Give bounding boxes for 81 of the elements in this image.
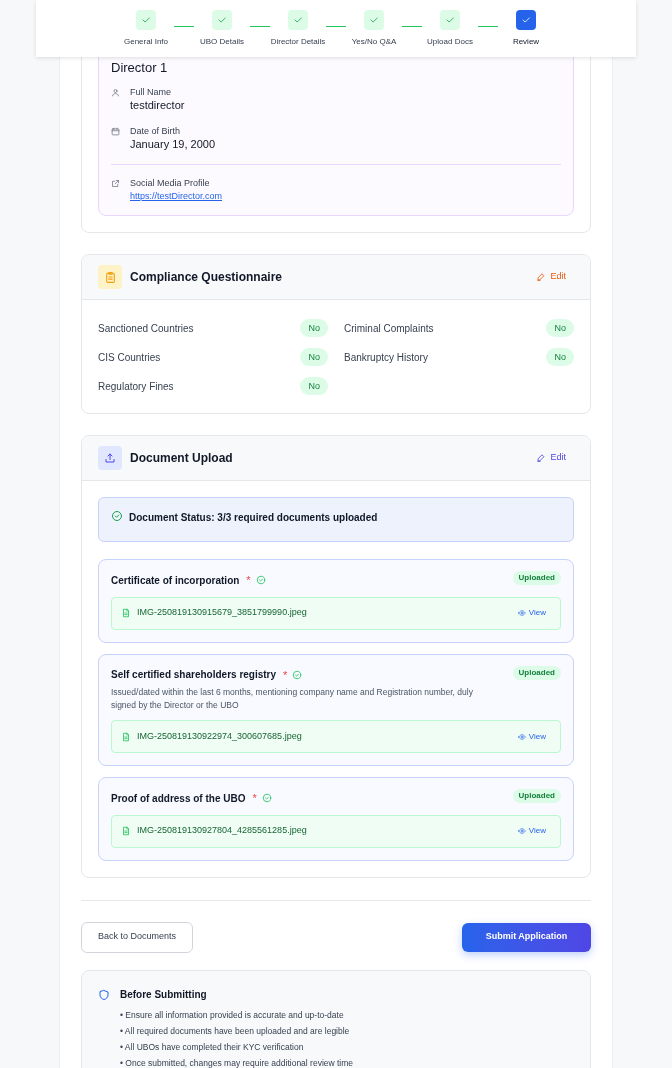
director-title: Director 1 — [111, 60, 169, 76]
field-label: Full Name — [130, 86, 172, 98]
step-check[interactable] — [288, 10, 308, 30]
answer-pill: No — [300, 319, 328, 337]
view-button[interactable]: View — [517, 825, 546, 837]
profile-link[interactable]: https://testDirector.com — [130, 189, 223, 203]
field-value: testdirector — [130, 98, 185, 113]
calendar-icon — [111, 127, 120, 136]
status-text: Document Status: 3/3 required documents uploaded — [129, 511, 378, 525]
file-name: IMG-250819130915679_3851799990.jpeg — [137, 606, 307, 620]
section-title: Compliance Questionnaire — [130, 269, 283, 286]
section-title: Document Upload — [130, 450, 233, 467]
required-mark: * — [246, 573, 251, 588]
document-title: Certificate of incorporation — [111, 573, 240, 588]
file-icon — [121, 731, 131, 742]
check-icon — [369, 15, 379, 25]
step-check[interactable] — [212, 10, 232, 30]
field-label: Date of Birth — [130, 125, 182, 137]
answer-pill: No — [300, 377, 328, 395]
step-label: Director Details — [270, 36, 326, 48]
notice-item: • Ensure all information provided is accurate and up-to-date — [120, 1008, 345, 1022]
required-mark: * — [252, 791, 257, 806]
step-label: General Info — [124, 36, 168, 48]
eye-icon — [517, 609, 526, 617]
check-circle-icon — [111, 510, 123, 522]
view-button[interactable]: View — [517, 730, 546, 743]
question-label: CIS Countries — [98, 350, 161, 365]
file-name: IMG-250819130922974_300607685.jpeg — [137, 729, 302, 743]
answer-pill: No — [546, 319, 574, 337]
step-check[interactable] — [136, 10, 156, 30]
eye-icon — [517, 827, 526, 835]
person-icon — [111, 88, 120, 97]
document-title: Self certified shareholders registry — [111, 668, 277, 683]
question-label: Sanctioned Countries — [98, 321, 194, 336]
step-label: Review — [512, 36, 540, 48]
check-circle-icon — [261, 793, 272, 804]
check-icon — [293, 15, 303, 25]
step-label: Yes/No Q&A — [351, 36, 397, 48]
check-circle-icon — [255, 575, 266, 586]
status-badge: Uploaded — [512, 665, 561, 680]
file-name: IMG-250819130927804_4285561285.jpeg — [137, 824, 307, 838]
status-badge: Uploaded — [512, 789, 561, 803]
back-button[interactable]: Back to Documents — [81, 921, 194, 953]
pencil-icon — [536, 453, 547, 463]
step-check[interactable] — [516, 10, 536, 30]
question-label: Bankruptcy History — [344, 350, 428, 365]
step-label: Upload Docs — [427, 36, 473, 48]
field-value: January 19, 2000 — [130, 137, 215, 152]
upload-icon — [98, 446, 122, 470]
document-title: Proof of address of the UBO — [111, 791, 246, 806]
field-label: Social Media Profile — [130, 177, 211, 189]
check-icon — [217, 15, 227, 25]
check-circle-icon — [292, 669, 303, 680]
step-check[interactable] — [364, 10, 384, 30]
notice-item: • All UBOs have completed their KYC verification — [120, 1040, 305, 1054]
edit-button[interactable]: Edit — [536, 270, 566, 284]
check-icon — [521, 15, 531, 25]
question-label: Regulatory Fines — [98, 379, 174, 394]
file-icon — [121, 608, 131, 618]
pencil-icon — [536, 272, 547, 282]
edit-button[interactable]: Edit — [536, 451, 566, 465]
notice-title: Before Submitting — [120, 987, 208, 1002]
answer-pill: No — [546, 348, 574, 366]
required-mark: * — [283, 667, 288, 683]
question-label: Criminal Complaints — [344, 321, 434, 336]
step-check[interactable] — [440, 10, 460, 30]
view-button[interactable]: View — [517, 607, 546, 619]
eye-icon — [517, 732, 526, 741]
document-description: Issued/dated within the last 6 months, mentioning company name and Registration number, duly signed by the Director or the UBO — [111, 686, 474, 712]
notice-item: • All required documents have been uploaded and are legible — [120, 1024, 351, 1038]
submit-button[interactable]: Submit Application — [462, 922, 591, 952]
notice-item: • Once submitted, changes may require additional review time — [120, 1056, 354, 1068]
status-badge: Uploaded — [512, 571, 561, 585]
file-icon — [121, 826, 131, 836]
check-icon — [445, 15, 455, 25]
clipboard-icon — [98, 265, 122, 289]
shield-icon — [98, 988, 110, 1001]
check-icon — [141, 15, 151, 25]
answer-pill: No — [300, 348, 328, 366]
external-link-icon — [111, 179, 120, 188]
step-label: UBO Details — [200, 36, 244, 48]
